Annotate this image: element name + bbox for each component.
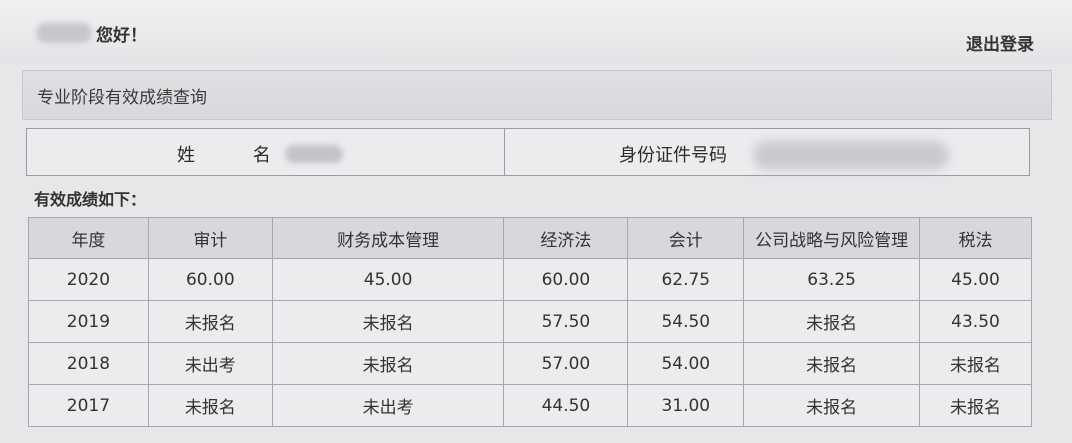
table-row: 2017 未报名 未出考 44.50 31.00 未报名 未报名	[28, 384, 1032, 427]
table-row: 2018 未出考 未报名 57.00 54.00 未报名 未报名	[28, 342, 1032, 385]
id-number-label: 身份证件号码	[619, 145, 727, 166]
column-header-tax-law: 税法	[919, 217, 1032, 259]
candidate-info-row: 姓 名 身份证件号码	[26, 128, 1030, 176]
table-cell: 未报名	[743, 384, 921, 427]
redacted-user-name	[36, 23, 92, 43]
panel-title: 专业阶段有效成绩查询	[22, 70, 1052, 120]
greeting: 您好！	[36, 20, 147, 46]
scores-table: 年度 审计 财务成本管理 经济法 会计 公司战略与风险管理 税法 2020 60…	[28, 217, 1032, 427]
table-row: 2019 未报名 未报名 57.50 54.50 未报名 43.50	[28, 300, 1032, 343]
table-cell: 43.50	[919, 300, 1032, 343]
column-header-accounting: 会计	[627, 217, 745, 259]
column-header-audit: 审计	[147, 217, 273, 259]
table-cell: 2020	[28, 258, 149, 301]
table-row: 2020 60.00 45.00 60.00 62.75 63.25 45.00	[28, 258, 1032, 301]
table-cell: 未出考	[147, 342, 273, 385]
table-cell: 2018	[28, 342, 149, 385]
name-cell: 姓 名	[27, 129, 505, 175]
redacted-id-number	[753, 141, 949, 169]
table-cell: 未报名	[919, 342, 1032, 385]
table-cell: 54.50	[627, 300, 745, 343]
table-cell: 63.25	[743, 258, 921, 301]
table-cell: 未报名	[743, 300, 921, 343]
redacted-name-value	[285, 145, 343, 163]
table-cell: 未报名	[271, 342, 505, 385]
table-cell: 31.00	[627, 384, 745, 427]
table-cell: 未出考	[271, 384, 505, 427]
top-bar: 您好！ 退出登录	[0, 0, 1072, 64]
table-cell: 未报名	[919, 384, 1032, 427]
table-cell: 45.00	[271, 258, 505, 301]
table-cell: 45.00	[919, 258, 1032, 301]
column-header-strategy-risk-management: 公司战略与风险管理	[743, 217, 921, 259]
logout-link[interactable]: 退出登录	[966, 30, 1034, 55]
table-cell: 未报名	[147, 300, 273, 343]
table-cell: 60.00	[147, 258, 273, 301]
table-cell: 未报名	[147, 384, 273, 427]
table-cell: 54.00	[627, 342, 745, 385]
table-cell: 2019	[28, 300, 149, 343]
table-cell: 44.50	[503, 384, 629, 427]
name-label: 姓 名	[177, 145, 297, 166]
column-header-financial-cost-management: 财务成本管理	[271, 217, 505, 259]
table-cell: 2017	[28, 384, 149, 427]
table-header-row: 年度 审计 财务成本管理 经济法 会计 公司战略与风险管理 税法	[28, 217, 1032, 259]
column-header-year: 年度	[28, 217, 149, 259]
table-cell: 62.75	[627, 258, 745, 301]
column-header-economic-law: 经济法	[503, 217, 629, 259]
table-cell: 57.50	[503, 300, 629, 343]
greeting-text: 您好！	[96, 25, 147, 46]
table-cell: 未报名	[271, 300, 505, 343]
table-cell: 未报名	[743, 342, 921, 385]
id-cell: 身份证件号码	[505, 129, 1029, 175]
results-heading: 有效成绩如下：	[34, 190, 147, 209]
table-cell: 60.00	[503, 258, 629, 301]
table-cell: 57.00	[503, 342, 629, 385]
